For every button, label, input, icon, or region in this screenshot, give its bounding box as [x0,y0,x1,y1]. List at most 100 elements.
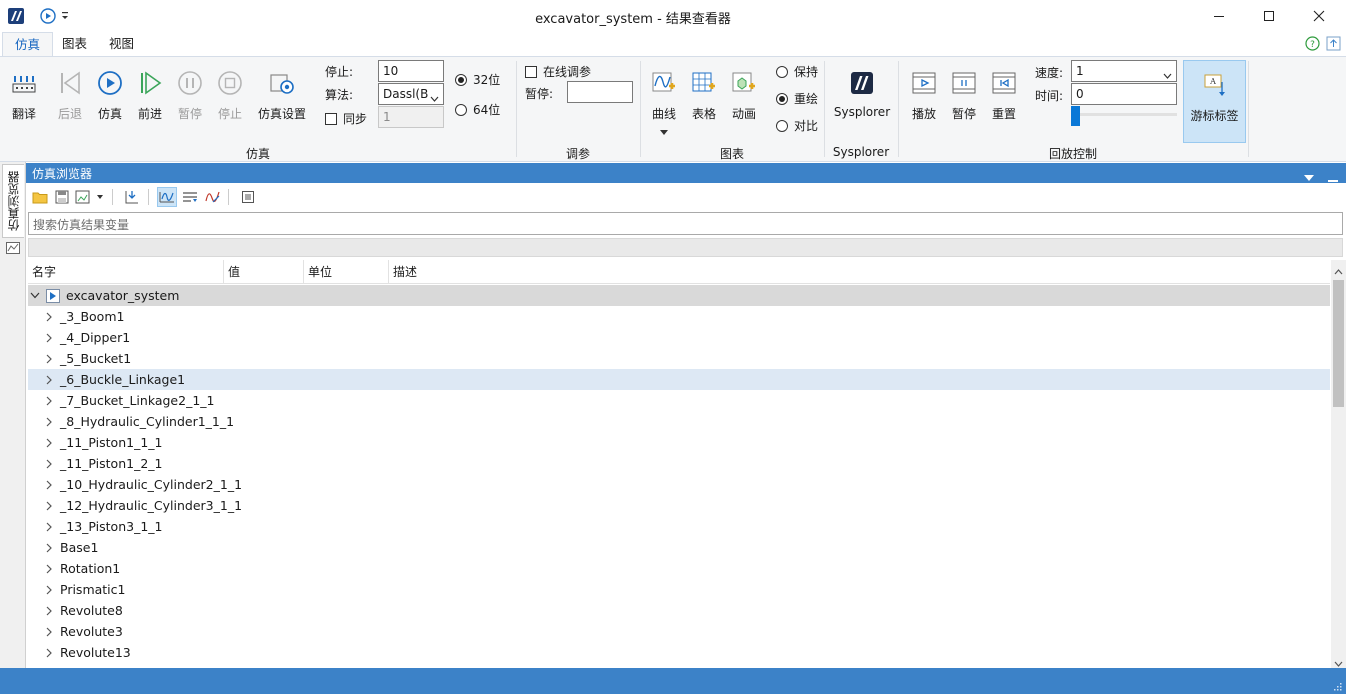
tree-item-row[interactable]: _13_Piston3_1_1 [28,516,1330,537]
bit64-option[interactable]: 64位 [455,101,500,118]
curve-filter-icon[interactable] [157,187,177,207]
keep-option[interactable]: 保持 [776,63,818,80]
tab-view[interactable]: 视图 [97,32,146,56]
chevron-right-icon[interactable] [42,306,56,327]
algorithm-select[interactable]: Dassl(B [378,83,444,105]
column-header-value[interactable]: 值 [224,260,304,284]
close-button[interactable] [1296,0,1342,32]
tree-item-row[interactable]: _11_Piston1_2_1 [28,453,1330,474]
vertical-scrollbar[interactable] [1331,260,1346,668]
tree-root-row[interactable]: excavator_system [28,285,1330,306]
scrollbar-thumb[interactable] [1333,280,1344,407]
tree-item-row[interactable]: Revolute8 [28,600,1330,621]
tree-item-row[interactable]: Base1 [28,537,1330,558]
time-slider-track[interactable] [1071,113,1177,116]
time-slider-handle[interactable] [1071,106,1080,126]
online-tune-option[interactable]: 在线调参 [525,63,591,80]
play-button[interactable]: 播放 [906,67,942,122]
chevron-right-icon[interactable] [42,327,56,348]
pause-button[interactable]: 暂停 [172,67,208,122]
chevron-right-icon[interactable] [42,474,56,495]
back-button[interactable]: 后退 [52,67,88,122]
chart-side-tab-icon[interactable] [5,240,21,256]
stop-time-input[interactable]: 10 [378,60,444,82]
chevron-right-icon[interactable] [42,411,56,432]
tree-item-row[interactable]: _4_Dipper1 [28,327,1330,348]
variable-search-input[interactable]: 搜索仿真结果变量 [28,212,1343,235]
tab-chart[interactable]: 图表 [50,32,99,56]
export-image-dropdown[interactable] [74,187,106,207]
simulate-button[interactable]: 仿真 [92,67,128,122]
collapse-all-icon[interactable] [238,187,258,207]
chevron-right-icon[interactable] [42,558,56,579]
tree-item-row-selected[interactable]: _6_Buckle_Linkage1 [28,369,1330,390]
chevron-right-icon[interactable] [42,369,56,390]
minimize-button[interactable] [1196,0,1242,32]
panel-menu-icon[interactable] [1304,170,1314,184]
list-filter-icon[interactable] [180,187,200,207]
sim-settings-button[interactable]: 仿真设置 [254,67,310,122]
online-tune-checkbox[interactable] [525,65,537,78]
bit64-radio[interactable] [455,103,467,116]
tree-item-row[interactable]: _12_Hydraulic_Cylinder3_1_1 [28,495,1330,516]
chevron-right-icon[interactable] [42,579,56,600]
tree-item-row[interactable]: Prismatic1 [28,579,1330,600]
bit32-option[interactable]: 32位 [455,71,500,88]
scroll-up-icon[interactable] [1334,264,1343,278]
sim-browser-side-tab[interactable]: 仿真浏览器 [2,164,24,238]
help-icon[interactable]: ? [1305,36,1320,51]
tree-item-row[interactable]: _7_Bucket_Linkage2_1_1 [28,390,1330,411]
keep-radio[interactable] [776,65,788,78]
maximize-button[interactable] [1246,0,1292,32]
chevron-right-icon[interactable] [42,621,56,642]
chevron-down-icon[interactable] [28,285,42,306]
stop-button[interactable]: 停止 [212,67,248,122]
tree-item-row[interactable]: _5_Bucket1 [28,348,1330,369]
redraw-radio[interactable] [776,92,788,105]
tree-item-row[interactable]: _3_Boom1 [28,306,1330,327]
animation-button[interactable]: 动画 [726,67,762,122]
tune-pause-input[interactable] [567,81,633,103]
chevron-right-icon[interactable] [42,390,56,411]
import-result-icon[interactable] [122,187,142,207]
tree-item-row[interactable]: Revolute13 [28,642,1330,663]
resize-grip-icon[interactable] [1332,680,1342,694]
panel-minimize-icon[interactable] [1328,172,1338,186]
open-folder-icon[interactable] [30,187,50,207]
chevron-right-icon[interactable] [42,348,56,369]
tree-item-row[interactable]: _8_Hydraulic_Cylinder1_1_1 [28,411,1330,432]
translate-button[interactable]: 翻译 [6,67,42,122]
playback-pause-button[interactable]: 暂停 [946,67,982,122]
chevron-right-icon[interactable] [42,642,56,663]
time-input[interactable]: 0 [1071,83,1177,105]
forward-button[interactable]: 前进 [132,67,168,122]
save-icon[interactable] [52,187,72,207]
chevron-right-icon[interactable] [42,600,56,621]
tab-simulation[interactable]: 仿真 [2,32,54,56]
table-button[interactable]: 表格 [686,67,722,122]
column-header-description[interactable]: 描述 [389,260,1330,284]
ribbon-collapse-icon[interactable] [1326,36,1341,51]
tree-item-row[interactable]: _10_Hydraulic_Cylinder2_1_1 [28,474,1330,495]
compare-radio[interactable] [776,119,788,132]
tree-item-row[interactable]: _11_Piston1_1_1 [28,432,1330,453]
column-header-unit[interactable]: 单位 [304,260,389,284]
sync-checkbox[interactable] [325,112,337,125]
redraw-option[interactable]: 重绘 [776,90,818,107]
bit32-radio[interactable] [455,73,467,86]
cursor-label-button[interactable]: A 游标标签 [1183,60,1246,143]
sync-option[interactable]: 同步 [325,110,367,127]
wave-filter-icon[interactable] [203,187,223,207]
chevron-right-icon[interactable] [42,453,56,474]
speed-select[interactable]: 1 [1071,60,1177,82]
chevron-right-icon[interactable] [42,432,56,453]
tree-item-row[interactable]: Rotation1 [28,558,1330,579]
chevron-right-icon[interactable] [42,495,56,516]
tree-item-row[interactable]: Revolute3 [28,621,1330,642]
chevron-right-icon[interactable] [42,537,56,558]
compare-option[interactable]: 对比 [776,117,818,134]
column-header-name[interactable]: 名字 [28,260,224,284]
reset-button[interactable]: 重置 [986,67,1022,122]
sysplorer-button[interactable]: Sysplorer [830,67,894,119]
chevron-right-icon[interactable] [42,516,56,537]
